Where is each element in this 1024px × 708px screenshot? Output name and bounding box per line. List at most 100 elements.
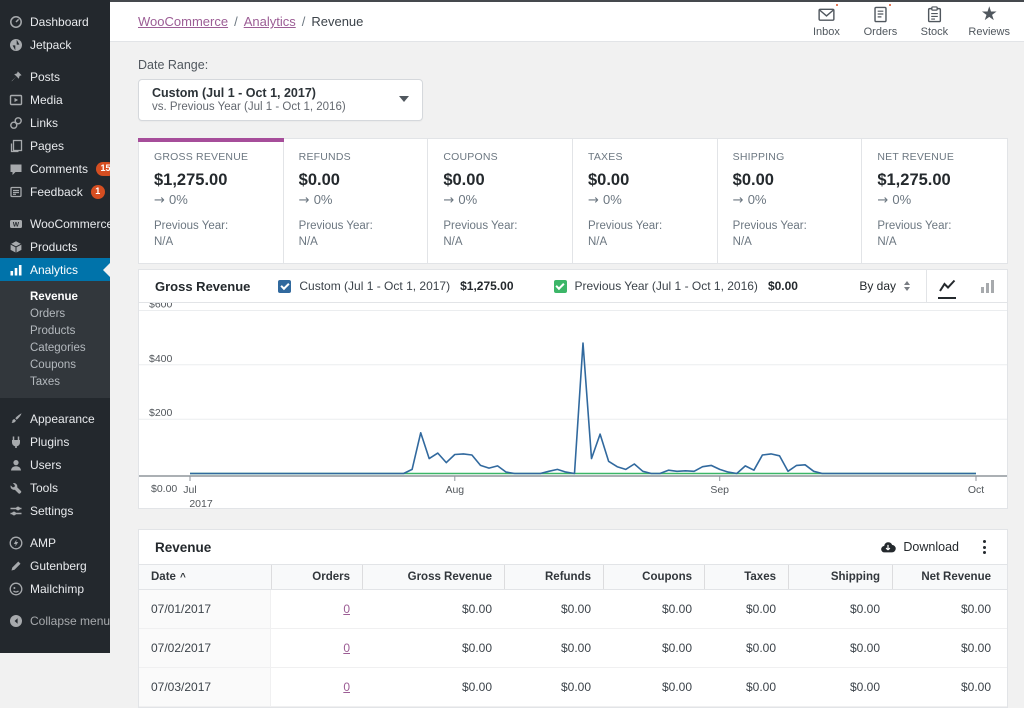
table-row: 07/03/20170$0.00$0.00$0.00$0.00$0.00$0.0… [139,668,1007,707]
sidebar-subitem-taxes[interactable]: Taxes [0,373,110,390]
summary-tile-coupons[interactable]: COUPONS$0.00→ 0%Previous Year:N/A [428,139,573,263]
cell-net-revenue: $0.00 [892,602,1007,616]
tile-delta-value: 0% [314,192,333,207]
activity-button-orders[interactable]: Orders [858,2,902,41]
date-range-dropdown[interactable]: Custom (Jul 1 - Oct 1, 2017) vs. Previou… [138,79,423,121]
activity-button-reviews[interactable]: ★Reviews [966,2,1012,41]
column-header-orders[interactable]: Orders [271,565,362,589]
sidebar-subitem-categories[interactable]: Categories [0,339,110,356]
sidebar-item-label: Dashboard [30,15,89,29]
sidebar-item-tools[interactable]: Tools [0,476,110,499]
sidebar-item-posts[interactable]: Posts [0,65,110,88]
unread-count-badge: 1 [91,185,105,199]
bar-chart-toggle-button[interactable] [967,270,1007,303]
sidebar-item-amp[interactable]: AMP [0,531,110,554]
tile-previous-period: Previous Year:N/A [877,218,992,250]
sidebar-item-media[interactable]: Media [0,88,110,111]
download-button[interactable]: Download [870,534,969,561]
sidebar-item-plugins[interactable]: Plugins [0,430,110,453]
sidebar-item-mailchimp[interactable]: Mailchimp [0,577,110,600]
activity-button-stock[interactable]: Stock [912,2,956,41]
bar-chart-icon [980,279,995,293]
sidebar-item-dashboard[interactable]: Dashboard [0,10,110,33]
mailchimp-icon [8,582,23,596]
sidebar-item-users[interactable]: Users [0,453,110,476]
sidebar-item-links[interactable]: Links [0,111,110,134]
sidebar-item-analytics[interactable]: Analytics [0,258,110,281]
sidebar-item-collapse-menu[interactable]: Collapse menu [0,609,110,632]
sidebar-item-label: Gutenberg [30,559,87,573]
tile-delta-value: 0% [458,192,477,207]
activity-button-inbox[interactable]: Inbox [804,2,848,41]
stock-icon [926,5,943,23]
sidebar-subitem-products[interactable]: Products [0,322,110,339]
column-header-taxes[interactable]: Taxes [704,565,788,589]
breadcrumb-woocommerce[interactable]: WooCommerce [138,14,228,29]
tile-previous-value: N/A [588,234,702,250]
column-header-gross-revenue[interactable]: Gross Revenue [362,565,504,589]
legend-value: $0.00 [768,279,798,293]
activity-label: Orders [864,26,898,38]
column-header-net-revenue[interactable]: Net Revenue [892,565,1007,589]
cell-date: 07/02/2017 [139,629,271,667]
sidebar-subitem-revenue[interactable]: Revenue [0,288,110,305]
no-change-arrow-icon: → [588,193,603,208]
summary-tile-refunds[interactable]: REFUNDS$0.00→ 0%Previous Year:N/A [284,139,429,263]
gross-revenue-chart-card: Gross Revenue Custom (Jul 1 - Oct 1, 201… [138,269,1008,509]
legend-toggle-previous-year[interactable]: Previous Year (Jul 1 - Oct 1, 2016) $0.0… [554,279,798,293]
summary-tile-net-revenue[interactable]: NET REVENUE$1,275.00→ 0%Previous Year:N/… [862,139,1007,263]
users-icon [8,458,23,472]
checkbox-checked-icon [278,280,291,293]
sidebar-item-jetpack[interactable]: Jetpack [0,33,110,56]
sidebar-subitem-coupons[interactable]: Coupons [0,356,110,373]
tile-previous-label: Previous Year: [443,218,557,234]
chevron-down-icon [399,96,409,102]
notification-dot [834,2,840,8]
tile-value: $1,275.00 [154,171,268,190]
orders-link[interactable]: 0 [343,641,350,655]
woocommerce-icon: W [8,217,23,231]
sidebar-item-gutenberg[interactable]: Gutenberg [0,554,110,577]
sidebar-item-label: Pages [30,139,64,153]
column-header-shipping[interactable]: Shipping [788,565,892,589]
breadcrumb-analytics[interactable]: Analytics [244,14,296,29]
cell-taxes: $0.00 [704,680,788,694]
sidebar-subitem-orders[interactable]: Orders [0,305,110,322]
tile-delta: → 0% [733,192,847,208]
tile-value: $0.00 [733,171,847,190]
legend-toggle-current-period[interactable]: Custom (Jul 1 - Oct 1, 2017) $1,275.00 [278,279,513,293]
line-chart-toggle-button[interactable] [927,270,967,303]
tile-previous-label: Previous Year: [733,218,847,234]
column-header-refunds[interactable]: Refunds [504,565,603,589]
reviews-icon: ★ [981,5,998,23]
sidebar-item-label: Settings [30,504,73,518]
legend-value: $1,275.00 [460,279,513,293]
no-change-arrow-icon: → [877,193,892,208]
summary-tile-taxes[interactable]: TAXES$0.00→ 0%Previous Year:N/A [573,139,718,263]
cell-coupons: $0.00 [603,641,704,655]
inbox-icon [817,5,836,23]
sidebar-item-products[interactable]: Products [0,235,110,258]
sidebar-item-feedback[interactable]: Feedback1 [0,180,110,203]
summary-tile-gross-revenue[interactable]: GROSS REVENUE$1,275.00→ 0%Previous Year:… [139,139,284,263]
table-column-headers: Date^OrdersGross RevenueRefundsCouponsTa… [139,564,1007,590]
activity-panel: Inbox Orders Stock ★Reviews [804,2,1012,41]
gutenberg-icon [8,559,23,573]
interval-select[interactable]: By day [843,270,926,303]
orders-link[interactable]: 0 [343,680,350,694]
column-header-coupons[interactable]: Coupons [603,565,704,589]
admin-sidebar-menu: Dashboard Jetpack PostsMediaLinks Pages Comm… [0,0,110,653]
breadcrumb-revenue: Revenue [311,14,363,29]
table-options-kebab-button[interactable] [969,532,999,562]
sidebar-item-label: Plugins [30,435,69,449]
sidebar-item-woocommerce[interactable]: WWooCommerce [0,212,110,235]
sidebar-item-pages[interactable]: Pages [0,134,110,157]
dashboard-icon [8,15,23,29]
orders-link[interactable]: 0 [343,602,350,616]
sidebar-item-comments[interactable]: Comments15 [0,157,110,180]
column-header-date[interactable]: Date^ [139,565,271,589]
summary-tile-shipping[interactable]: SHIPPING$0.00→ 0%Previous Year:N/A [718,139,863,263]
sidebar-item-settings[interactable]: Settings [0,499,110,522]
sidebar-item-appearance[interactable]: Appearance [0,407,110,430]
tile-previous-label: Previous Year: [588,218,702,234]
